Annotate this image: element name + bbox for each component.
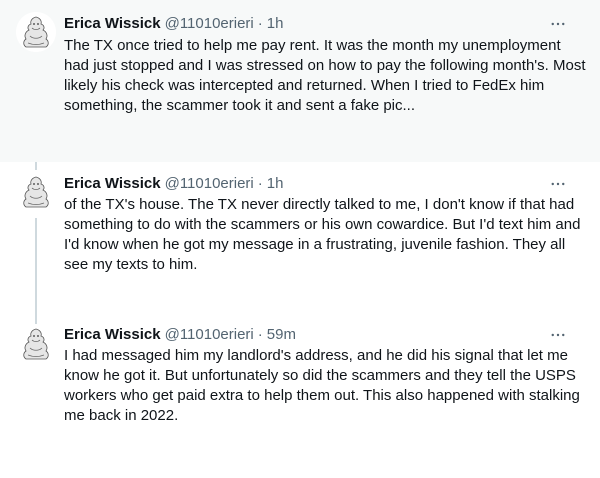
separator-dot: ·: [257, 326, 263, 343]
tweet-text: of the TX's house. The TX never directly…: [64, 196, 581, 273]
tweet-thread: Erica Wissick @11010erieri · 1h The TX o…: [0, 0, 600, 478]
author-name[interactable]: Erica Wissick: [64, 174, 161, 194]
timestamp[interactable]: 1h: [267, 174, 284, 194]
tweet-text: The TX once tried to help me pay rent. I…: [64, 37, 586, 114]
tweet-header: Erica Wissick @11010erieri · 59m: [64, 325, 584, 345]
avatar-image: [16, 172, 56, 212]
tweet[interactable]: Erica Wissick @11010erieri · 59m I had m…: [0, 314, 600, 478]
avatar[interactable]: [16, 12, 56, 52]
tweet-header: Erica Wissick @11010erieri · 1h: [64, 174, 584, 194]
avatar-image: [16, 12, 56, 52]
tweet-text: I had messaged him my landlord's address…: [64, 347, 580, 424]
more-dots-icon[interactable]: [548, 325, 568, 345]
author-name[interactable]: Erica Wissick: [64, 14, 161, 34]
author-handle[interactable]: @11010erieri: [165, 325, 254, 345]
more-dots-icon[interactable]: [548, 174, 568, 194]
separator-dot: ·: [257, 15, 263, 32]
separator-dot: ·: [257, 175, 263, 192]
more-dots-icon[interactable]: [548, 14, 568, 34]
avatar[interactable]: [16, 172, 56, 212]
tweet-header: Erica Wissick @11010erieri · 1h: [64, 14, 584, 34]
tweet[interactable]: Erica Wissick @11010erieri · 1h The TX o…: [0, 0, 600, 162]
author-handle[interactable]: @11010erieri: [165, 14, 254, 34]
avatar[interactable]: [16, 324, 56, 364]
author-name[interactable]: Erica Wissick: [64, 325, 161, 345]
avatar-image: [16, 324, 56, 364]
author-handle[interactable]: @11010erieri: [165, 174, 254, 194]
timestamp[interactable]: 1h: [267, 14, 284, 34]
tweet[interactable]: Erica Wissick @11010erieri · 1h of the T…: [0, 162, 600, 314]
timestamp[interactable]: 59m: [267, 325, 296, 345]
